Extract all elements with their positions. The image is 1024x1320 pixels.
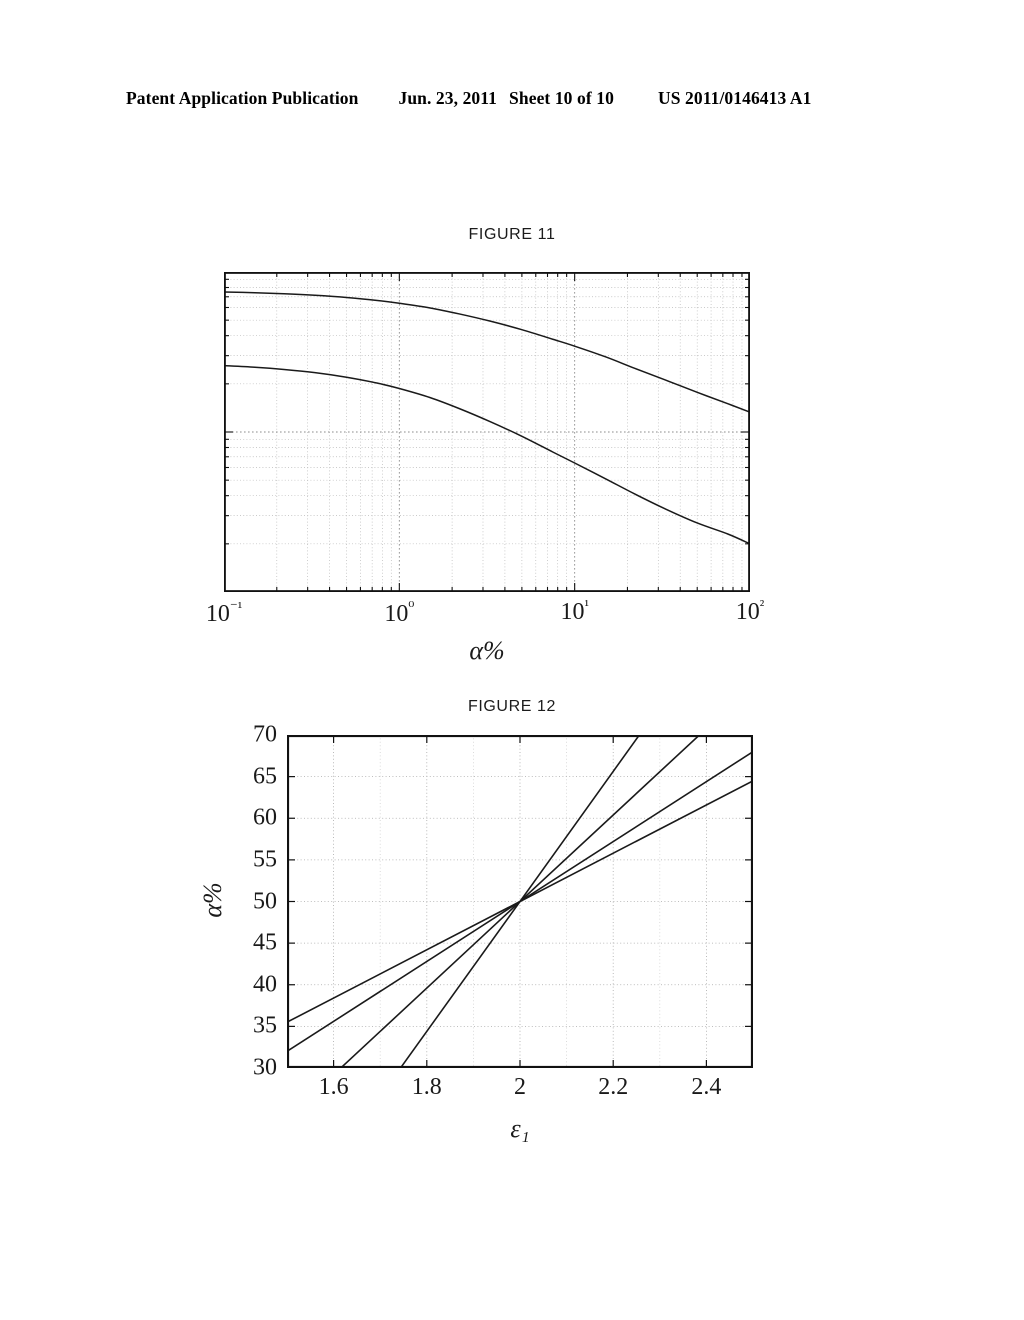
figure-12-y-tick-label: 55: [253, 846, 277, 873]
figure-12-x-axis-caption-text: ε₁: [510, 1114, 530, 1143]
figure-12: FIGURE 12 30 35 40 45 50 55 60 65 70 1.6 1.8 2 2.2 2…: [0, 0, 1024, 1320]
figure-12-plot-area: [287, 735, 753, 1068]
figure-12-y-axis-caption-text: α%: [198, 882, 227, 918]
figure-12-title: FIGURE 12: [467, 698, 557, 715]
figure-12-chart-svg: [287, 735, 753, 1068]
figure-12-x-tick-label: 2: [514, 1074, 526, 1100]
figure-12-y-tick-label: 35: [253, 1012, 277, 1039]
figure-12-y-tick-label: 60: [253, 804, 277, 831]
figure-12-x-axis-caption: ε₁: [287, 1114, 753, 1144]
figure-12-y-axis-caption: α%: [188, 880, 228, 930]
figure-12-y-tick-label: 40: [253, 971, 277, 998]
figure-12-y-tick-label: 50: [253, 888, 277, 914]
figure-12-y-tick-label: 30: [253, 1054, 277, 1081]
figure-12-x-tick-label: 1.8: [411, 1074, 442, 1100]
figure-12-y-tick-label: 45: [253, 929, 277, 956]
figure-12-y-tick-label: 70: [253, 721, 277, 748]
figure-12-x-tick-label: 2.2: [598, 1074, 629, 1100]
figure-12-x-tick-label: 2.4: [691, 1074, 722, 1100]
figure-12-x-axis-labels: 1.6 1.8 2 2.2 2.4: [287, 1074, 753, 1104]
figure-12-y-tick-label: 65: [253, 763, 277, 790]
figure-12-x-tick-label: 1.6: [318, 1074, 349, 1100]
